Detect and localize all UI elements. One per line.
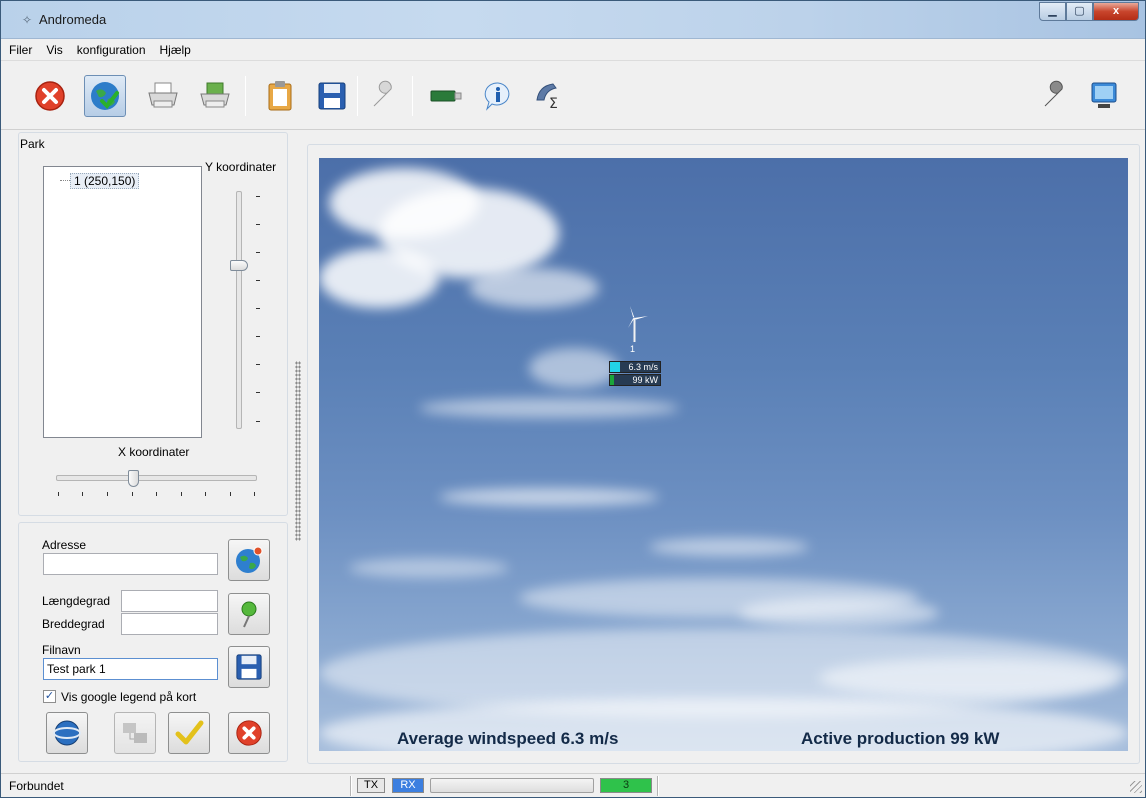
minimize-button[interactable]: ▁ <box>1039 2 1066 21</box>
wrench-icon[interactable] <box>363 75 405 117</box>
floppy-disk-icon[interactable] <box>311 75 353 117</box>
google-legend-checkbox[interactable]: ✓ <box>43 690 56 703</box>
latitude-input[interactable] <box>121 613 218 635</box>
status-bar: Forbundet TX RX 3 <box>1 773 1145 797</box>
filename-input[interactable] <box>43 658 218 680</box>
browser-button[interactable] <box>46 712 88 754</box>
pin-icon <box>241 601 257 628</box>
globe-ring-icon <box>53 720 81 746</box>
y-slider-thumb[interactable] <box>230 260 248 271</box>
menu-konfiguration[interactable]: konfiguration <box>77 43 146 57</box>
resize-grip[interactable] <box>1130 781 1142 793</box>
phone-sigma-icon[interactable]: Σ <box>529 75 571 117</box>
save-file-button[interactable] <box>228 646 270 688</box>
connection-status: Forbundet <box>9 779 64 793</box>
y-coordinate-label: Y koordinater <box>205 160 277 174</box>
globe-check-icon[interactable] <box>84 75 126 117</box>
production-value: 99 kW <box>632 375 658 385</box>
filename-label: Filnavn <box>42 643 81 657</box>
maximize-button[interactable]: ▢ <box>1066 2 1093 21</box>
progress-bar <box>430 778 594 793</box>
menu-filer[interactable]: Filer <box>9 43 32 57</box>
x-slider-thumb[interactable] <box>128 470 139 487</box>
rx-indicator: RX <box>392 778 424 793</box>
connection-count: 3 <box>600 778 652 793</box>
title-bar: ✧ Andromeda ▁ ▢ x <box>1 1 1145 39</box>
window-controls: ▁ ▢ x <box>1039 2 1139 22</box>
usb-stick-icon[interactable] <box>425 75 467 117</box>
menu-bar: Filer Vis konfiguration Hjælp <box>1 40 1145 61</box>
map-view[interactable] <box>319 158 1128 751</box>
printer-icon[interactable] <box>142 75 184 117</box>
menu-hjaelp[interactable]: Hjælp <box>160 43 191 57</box>
cancel-button[interactable] <box>228 712 270 754</box>
latitude-label: Breddegrad <box>42 617 105 631</box>
longitude-label: Længdegrad <box>42 594 111 608</box>
wind-speed-meter: 6.3 m/s <box>609 361 661 373</box>
panel-splitter[interactable] <box>295 361 301 541</box>
checkmark-icon <box>175 720 204 745</box>
x-coordinate-slider[interactable] <box>56 475 257 481</box>
close-red-icon <box>236 720 262 746</box>
app-icon: ✧ <box>21 13 33 27</box>
settings-wrench-icon[interactable] <box>1034 75 1076 117</box>
x-coordinate-label: X koordinater <box>118 445 190 459</box>
info-icon[interactable] <box>477 75 519 117</box>
network-button[interactable] <box>114 712 156 754</box>
address-label: Adresse <box>42 538 87 552</box>
search-address-button[interactable] <box>228 539 270 581</box>
globe-search-icon <box>236 546 263 573</box>
window-title: Andromeda <box>39 12 107 27</box>
average-windspeed-text: Average windspeed 6.3 m/s <box>397 729 619 748</box>
production-meter: 99 kW <box>609 374 661 386</box>
wind-turbine-icon[interactable] <box>620 306 650 344</box>
confirm-button[interactable] <box>168 712 210 754</box>
active-production-text: Active production 99 kW <box>801 729 1000 748</box>
clipboard-icon[interactable] <box>259 75 301 117</box>
place-pin-button[interactable] <box>228 593 270 635</box>
wind-speed-value: 6.3 m/s <box>628 362 658 372</box>
google-legend-label: Vis google legend på kort <box>61 690 197 704</box>
svg-text:Σ: Σ <box>549 96 558 112</box>
park-list[interactable]: 1 (250,150) <box>43 166 202 438</box>
longitude-input[interactable] <box>121 590 218 612</box>
print-preview-icon[interactable] <box>194 75 236 117</box>
park-label: Park <box>20 137 45 151</box>
close-window-button[interactable]: x <box>1093 2 1139 21</box>
tx-indicator: TX <box>357 778 385 793</box>
menu-vis[interactable]: Vis <box>46 43 62 57</box>
park-list-item[interactable]: 1 (250,150) <box>70 173 140 189</box>
address-input[interactable] <box>43 553 218 575</box>
toolbar: Σ <box>1 62 1145 130</box>
y-coordinate-slider[interactable] <box>236 191 242 429</box>
network-computers-icon <box>123 723 147 743</box>
turbine-label: 1 <box>630 344 636 354</box>
close-red-icon[interactable] <box>29 75 71 117</box>
app-window: ✧ Andromeda ▁ ▢ x Filer Vis konfiguratio… <box>0 0 1146 798</box>
monitor-icon[interactable] <box>1083 75 1125 117</box>
floppy-disk-icon <box>236 654 262 680</box>
